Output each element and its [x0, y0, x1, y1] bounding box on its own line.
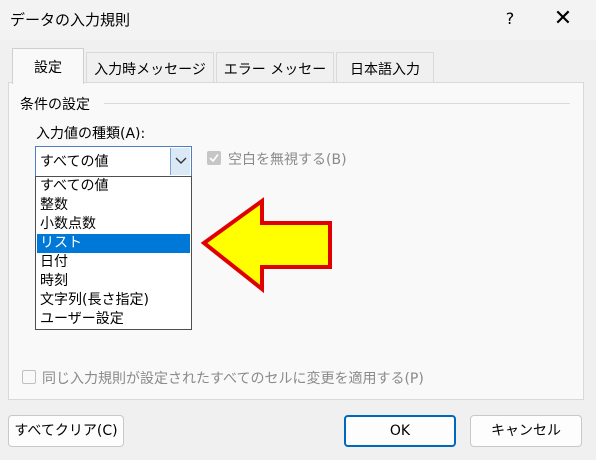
- window-title: データの入力規則: [10, 11, 131, 29]
- tab-ime[interactable]: 日本語入力: [336, 52, 434, 82]
- option-time[interactable]: 時刻: [37, 272, 190, 291]
- clear-all-button[interactable]: すべてクリア(C): [8, 415, 124, 447]
- cancel-button[interactable]: キャンセル: [470, 415, 582, 447]
- option-whole-number[interactable]: 整数: [37, 196, 190, 215]
- option-custom[interactable]: ユーザー設定: [37, 310, 190, 329]
- allow-type-label: 入力値の種類(A):: [36, 126, 146, 142]
- checkmark-icon: [209, 154, 219, 163]
- allow-type-value: すべての値: [40, 154, 109, 170]
- help-button[interactable]: ?: [490, 4, 530, 34]
- apply-to-all-checkbox[interactable]: [22, 370, 36, 384]
- option-decimal[interactable]: 小数点数: [37, 215, 190, 234]
- option-any-value[interactable]: すべての値: [37, 177, 190, 196]
- tab-settings[interactable]: 設定: [12, 48, 84, 84]
- option-list[interactable]: リスト: [37, 234, 190, 253]
- ignore-blank-checkbox[interactable]: [207, 151, 221, 165]
- option-text-length[interactable]: 文字列(長さ指定): [37, 291, 190, 310]
- tab-input-message[interactable]: 入力時メッセージ: [86, 52, 214, 82]
- dropdown-toggle-button[interactable]: [170, 148, 190, 175]
- conditions-group-label: 条件の設定: [20, 97, 90, 113]
- apply-to-all-label: 同じ入力規則が設定されたすべてのセルに変更を適用する(P): [42, 371, 424, 387]
- option-date[interactable]: 日付: [37, 253, 190, 272]
- annotation-arrow-icon: [200, 197, 332, 294]
- ignore-blank-label: 空白を無視する(B): [228, 152, 347, 168]
- ok-button[interactable]: OK: [344, 415, 456, 447]
- group-divider: [104, 103, 570, 104]
- close-button[interactable]: ✕: [540, 4, 586, 34]
- tab-error-message[interactable]: エラー メッセージ: [216, 52, 334, 98]
- chevron-down-icon: [175, 157, 187, 164]
- allow-type-dropdown-list[interactable]: すべての値 整数 小数点数 リスト 日付 時刻 文字列(長さ指定) ユーザー設定: [35, 176, 192, 330]
